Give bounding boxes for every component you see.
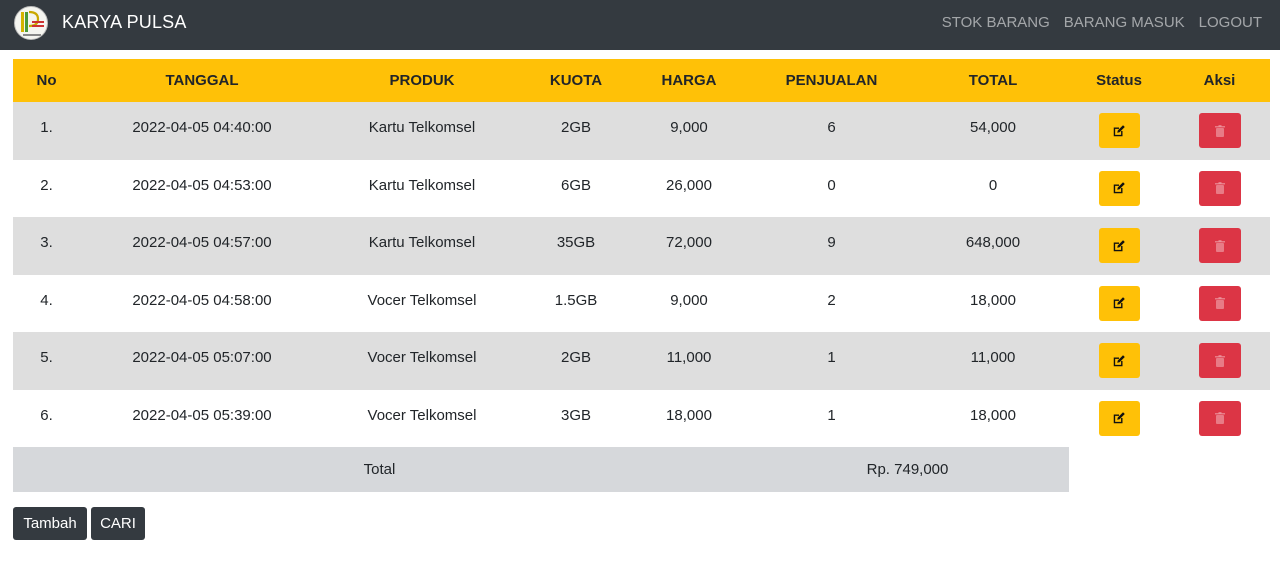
cell-total: 11,000 xyxy=(970,349,1016,367)
table-row: 6. 2022-04-05 05:39:00 Vocer Telkomsel 3GB 1… xyxy=(13,390,1270,448)
cell-no: 5. xyxy=(40,349,53,367)
nav-link-barang-masuk[interactable]: BARANG MASUK xyxy=(1064,14,1185,31)
header-no: No xyxy=(36,72,57,89)
cell-total: 0 xyxy=(988,176,998,194)
cell-aksi xyxy=(1169,217,1270,275)
store-logo-icon[interactable] xyxy=(14,6,48,40)
cell-status xyxy=(1069,217,1169,275)
cell-tanggal: 2022-04-05 04:58:00 xyxy=(132,291,272,309)
cell-kuota: 2GB xyxy=(560,349,591,367)
cell-no: 2. xyxy=(40,176,53,194)
cell-harga: 26,000 xyxy=(666,176,712,194)
table-row: 4. 2022-04-05 04:58:00 Vocer Telkomsel 1.5G… xyxy=(13,275,1270,333)
header-tanggal: TANGGAL xyxy=(165,72,239,89)
cell-kuota: 3GB xyxy=(560,406,591,424)
total-row-spacer xyxy=(1069,447,1270,492)
edit-button[interactable] xyxy=(1098,228,1140,264)
cell-harga: 9,000 xyxy=(670,119,708,137)
cell-aksi xyxy=(1169,160,1270,218)
cell-status xyxy=(1069,390,1169,448)
cell-tanggal: 2022-04-05 05:07:00 xyxy=(132,349,272,367)
cell-total: 18,000 xyxy=(970,406,1016,424)
cell-total: 54,000 xyxy=(970,119,1016,137)
header-status: Status xyxy=(1096,72,1142,89)
cell-produk: Vocer Telkomsel xyxy=(367,349,477,367)
delete-button[interactable] xyxy=(1198,285,1241,321)
cell-status xyxy=(1069,160,1169,218)
cell-penjualan: 1 xyxy=(827,406,836,424)
header-kuota: KUOTA xyxy=(549,72,603,89)
table-row: 2. 2022-04-05 04:53:00 Kartu Telkomsel 6GB 2… xyxy=(13,160,1270,218)
nav-link-logout[interactable]: LOGOUT xyxy=(1199,14,1262,31)
cell-no: 1. xyxy=(40,119,53,137)
header-aksi: Aksi xyxy=(1203,72,1236,89)
delete-button[interactable] xyxy=(1198,400,1241,436)
table-row: 1. 2022-04-05 04:40:00 Kartu Telkomsel 2GB 9… xyxy=(13,102,1270,160)
cari-button[interactable]: CARI xyxy=(91,507,145,540)
cell-produk: Kartu Telkomsel xyxy=(368,234,476,252)
table-header-row: No TANGGAL PRODUK KUOTA HARGA PENJUALAN … xyxy=(13,59,1270,102)
cell-no: 6. xyxy=(40,406,53,424)
cell-total: 18,000 xyxy=(970,291,1016,309)
cell-kuota: 35GB xyxy=(556,234,596,252)
cell-produk: Kartu Telkomsel xyxy=(368,176,476,194)
cell-penjualan: 2 xyxy=(827,291,836,309)
brand-title[interactable]: KARYA PULSA xyxy=(62,12,187,33)
delete-button[interactable] xyxy=(1198,228,1241,264)
cell-penjualan: 6 xyxy=(827,119,836,137)
cell-kuota: 1.5GB xyxy=(554,291,598,309)
cell-harga: 18,000 xyxy=(666,406,712,424)
cell-kuota: 6GB xyxy=(560,176,591,194)
table-body: 1. 2022-04-05 04:40:00 Kartu Telkomsel 2GB 9… xyxy=(13,102,1270,492)
edit-button[interactable] xyxy=(1098,113,1140,149)
cell-tanggal: 2022-04-05 04:40:00 xyxy=(132,119,272,137)
total-value: Rp. 749,000 xyxy=(746,447,1069,492)
cell-penjualan: 1 xyxy=(827,349,836,367)
cell-aksi xyxy=(1169,275,1270,333)
cell-harga: 11,000 xyxy=(666,349,712,367)
header-penjualan: PENJUALAN xyxy=(785,72,878,89)
edit-button[interactable] xyxy=(1098,285,1140,321)
total-row: Total Rp. 749,000 xyxy=(13,447,1270,492)
cell-tanggal: 2022-04-05 04:57:00 xyxy=(132,234,272,252)
cell-penjualan: 0 xyxy=(827,176,836,194)
cell-status xyxy=(1069,275,1169,333)
edit-button[interactable] xyxy=(1098,170,1140,206)
table-row: 3. 2022-04-05 04:57:00 Kartu Telkomsel 35GB… xyxy=(13,217,1270,275)
cell-no: 3. xyxy=(40,234,53,252)
cell-aksi xyxy=(1169,332,1270,390)
nav-link-stok-barang[interactable]: STOK BARANG xyxy=(942,14,1050,31)
header-produk: PRODUK xyxy=(389,72,455,89)
cell-produk: Kartu Telkomsel xyxy=(368,119,476,137)
top-navbar: KARYA PULSA STOK BARANG BARANG MASUK LOG… xyxy=(0,0,1280,50)
cell-harga: 72,000 xyxy=(666,234,712,252)
sales-table: No TANGGAL PRODUK KUOTA HARGA PENJUALAN … xyxy=(13,59,1270,492)
cell-total: 648,000 xyxy=(965,234,1021,252)
nav-links: STOK BARANG BARANG MASUK LOGOUT xyxy=(942,14,1262,31)
edit-button[interactable] xyxy=(1098,343,1140,379)
cell-produk: Vocer Telkomsel xyxy=(367,291,477,309)
cell-no: 4. xyxy=(40,291,53,309)
cell-harga: 9,000 xyxy=(670,291,708,309)
cell-produk: Vocer Telkomsel xyxy=(367,406,477,424)
header-total: TOTAL xyxy=(968,72,1018,89)
delete-button[interactable] xyxy=(1198,343,1241,379)
cell-status xyxy=(1069,332,1169,390)
cell-penjualan: 9 xyxy=(827,234,836,252)
cell-status xyxy=(1069,102,1169,160)
cell-tanggal: 2022-04-05 04:53:00 xyxy=(132,176,272,194)
delete-button[interactable] xyxy=(1198,113,1241,149)
delete-button[interactable] xyxy=(1198,170,1241,206)
table-row: 5. 2022-04-05 05:07:00 Vocer Telkomsel 2GB 1… xyxy=(13,332,1270,390)
tambah-button[interactable]: Tambah xyxy=(13,507,87,540)
cell-aksi xyxy=(1169,390,1270,448)
header-harga: HARGA xyxy=(661,72,717,89)
cell-tanggal: 2022-04-05 05:39:00 xyxy=(132,406,272,424)
total-label: Total xyxy=(13,447,746,492)
edit-button[interactable] xyxy=(1098,400,1140,436)
cell-aksi xyxy=(1169,102,1270,160)
cell-kuota: 2GB xyxy=(560,119,591,137)
